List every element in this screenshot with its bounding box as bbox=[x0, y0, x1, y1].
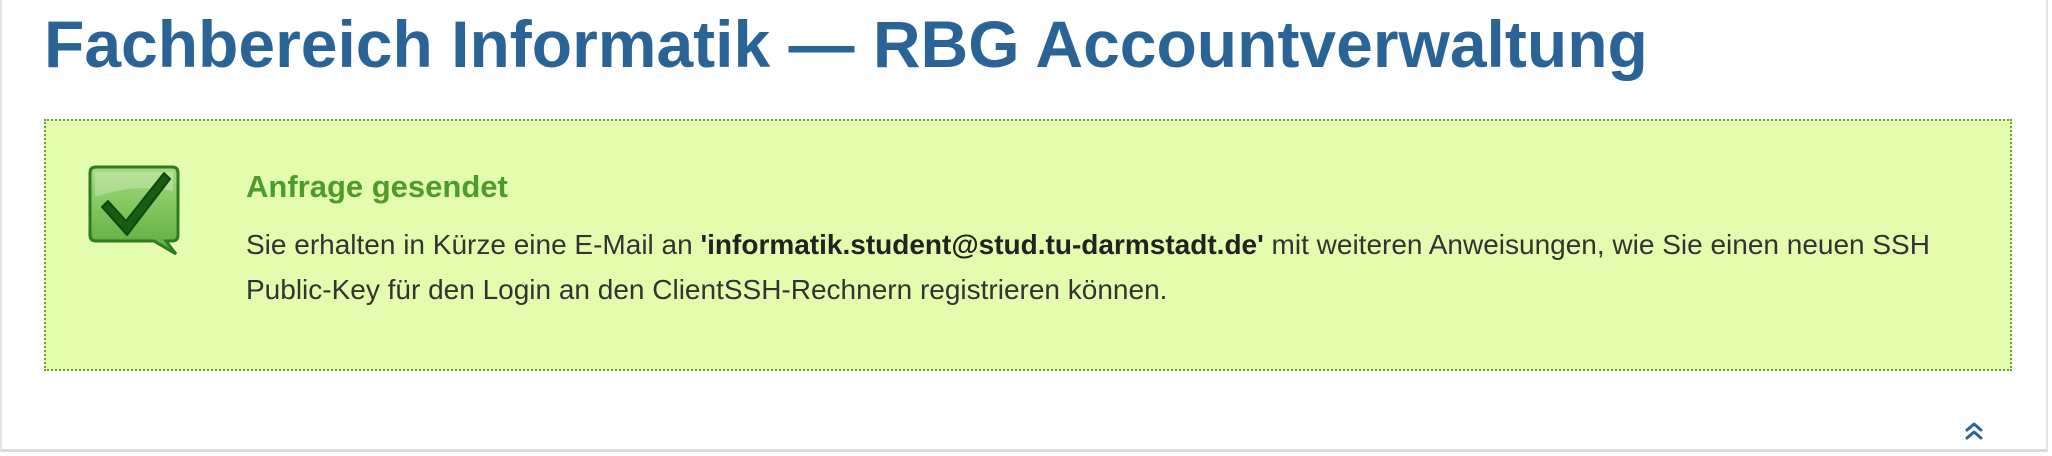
message-text-intro: Sie erhalten in Kürze eine E-Mail an bbox=[246, 229, 701, 260]
page: Fachbereich Informatik — RBG Accountverw… bbox=[0, 0, 2048, 452]
checkmark-speech-bubble-icon bbox=[88, 165, 180, 256]
page-title: Fachbereich Informatik — RBG Accountverw… bbox=[44, 7, 1648, 81]
recipient-email: 'informatik.student@stud.tu-darmstadt.de… bbox=[700, 229, 1264, 260]
message-title: Anfrage gesendet bbox=[246, 169, 508, 204]
double-chevron-up-icon[interactable] bbox=[1963, 420, 1985, 442]
success-message-box: Anfrage gesendet Sie erhalten in Kürze e… bbox=[44, 119, 2012, 371]
message-text: Sie erhalten in Kürze eine E-Mail an 'in… bbox=[246, 222, 1986, 312]
